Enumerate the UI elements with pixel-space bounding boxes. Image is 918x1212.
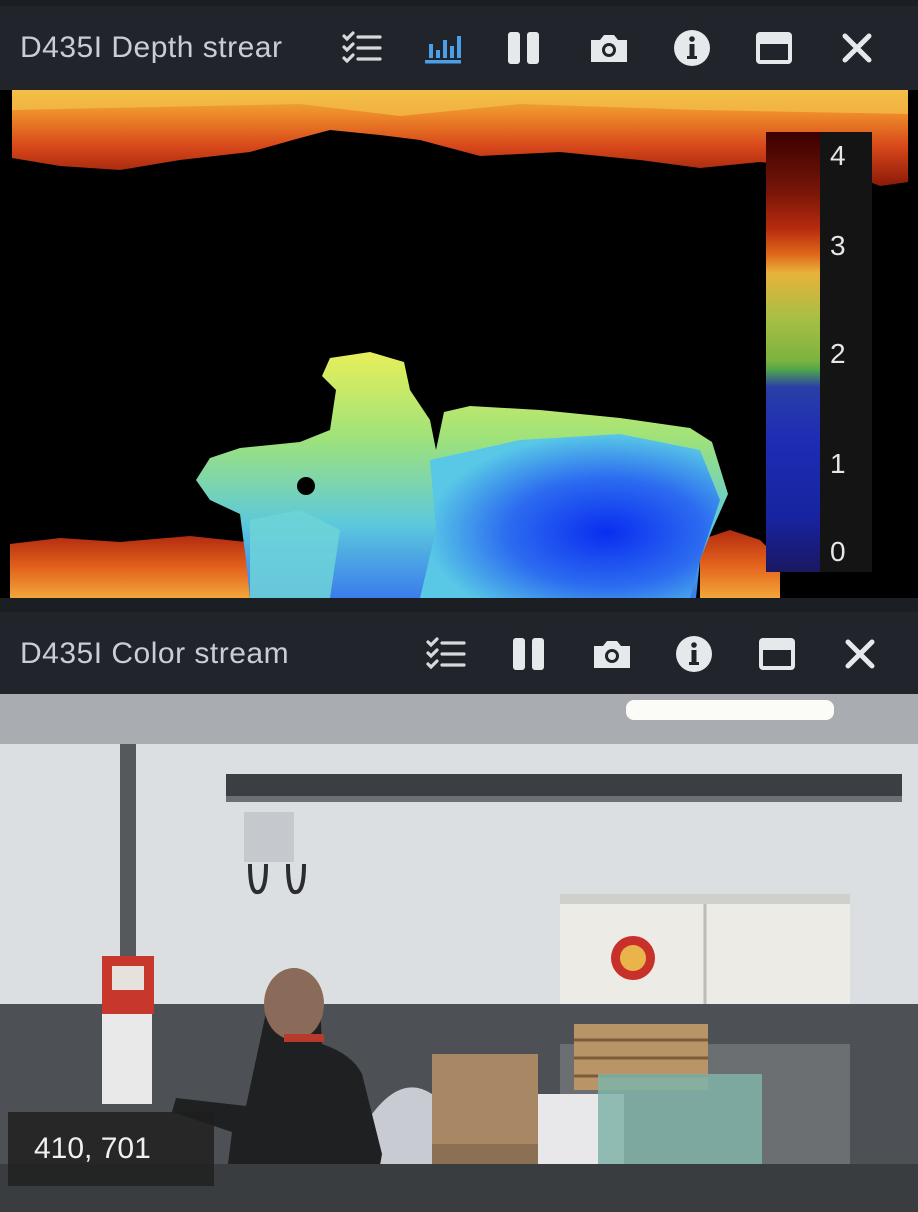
colorbar-tick-2: 2 [830, 338, 846, 369]
colorbar-tick-4: 4 [830, 140, 846, 171]
colorbar-tick-3: 3 [830, 230, 846, 261]
checklist-icon[interactable] [424, 632, 468, 676]
depth-colorbar: 4 3 2 1 0 [766, 132, 872, 572]
pause-icon[interactable] [507, 632, 551, 676]
colorbar-tick-0: 0 [830, 536, 846, 567]
info-icon[interactable] [670, 26, 714, 70]
depth-titlebar: D435I Depth strear [0, 6, 918, 90]
color-stream-panel: D435I Color stream 410, 701 [0, 606, 918, 1212]
histogram-icon[interactable] [421, 26, 465, 70]
color-titlebar: D435I Color stream [0, 612, 918, 696]
cursor-coordinate-readout: 410, 701 [8, 1112, 214, 1186]
window-icon[interactable] [752, 26, 796, 70]
depth-stream-title: D435I Depth strear [20, 31, 283, 64]
pause-icon[interactable] [502, 26, 546, 70]
checklist-icon[interactable] [340, 26, 384, 70]
colorbar-tick-1: 1 [830, 448, 846, 479]
depth-image[interactable]: 4 3 2 1 0 [0, 90, 918, 598]
depth-stream-panel: D435I Depth strear 4 3 2 1 0 [0, 0, 918, 600]
colorbar-gradient [766, 132, 820, 572]
color-stream-title: D435I Color stream [20, 637, 290, 670]
color-image[interactable]: 410, 701 [0, 694, 918, 1212]
camera-icon[interactable] [587, 26, 631, 70]
camera-icon[interactable] [590, 632, 634, 676]
window-icon[interactable] [755, 632, 799, 676]
info-icon[interactable] [672, 632, 716, 676]
close-icon[interactable] [835, 26, 879, 70]
close-icon[interactable] [838, 632, 882, 676]
